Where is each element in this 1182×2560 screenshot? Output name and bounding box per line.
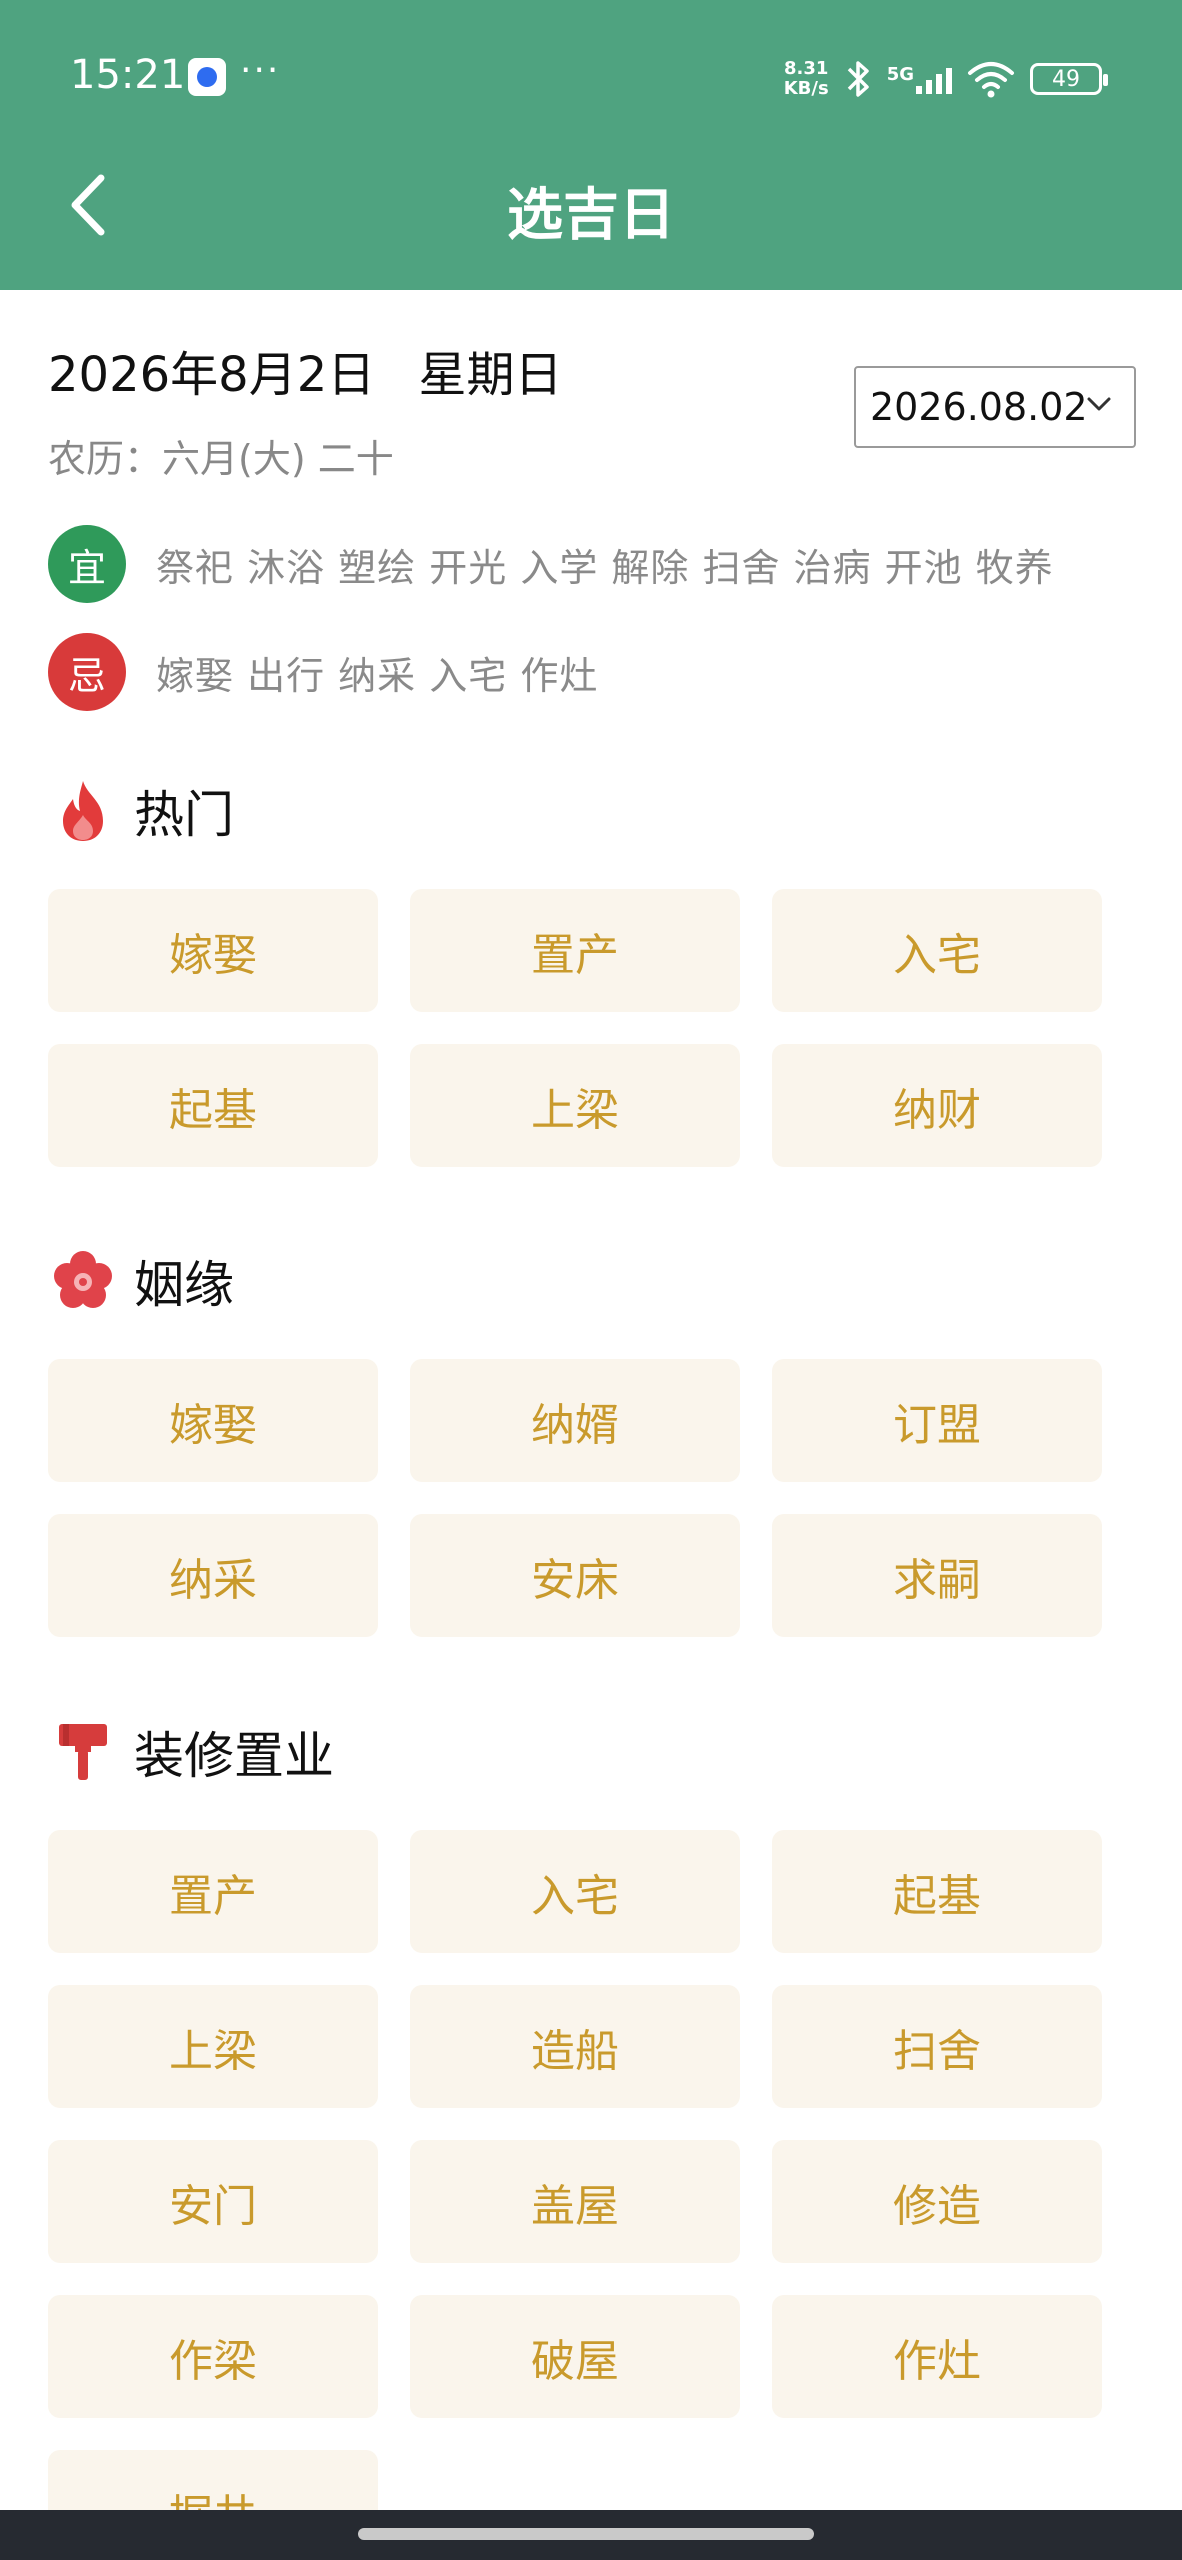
cellular-signal: 5G <box>887 64 952 94</box>
section-marriage-grid: 嫁娶 纳婿 订盟 纳采 安床 求嗣 <box>48 1359 1104 1637</box>
tile-marriage-1[interactable]: 嫁娶 <box>48 1359 378 1482</box>
tile-hot-1[interactable]: 嫁娶 <box>48 889 378 1012</box>
date-text: 2026年8月2日 <box>48 347 376 403</box>
section-renovation-header: 装修置业 <box>50 1716 334 1788</box>
signal-bars-icon <box>916 64 952 94</box>
more-notifications-icon: ··· <box>240 50 281 91</box>
section-title: 装修置业 <box>134 1727 334 1785</box>
network-speed: 8.31 KB/s <box>783 58 829 99</box>
bluetooth-icon <box>847 61 869 97</box>
lunar-date: 农历：六月(大) 二十 <box>48 437 394 481</box>
tile-hot-6[interactable]: 纳财 <box>772 1044 1102 1167</box>
section-title: 热门 <box>134 786 234 844</box>
weekday-text: 星期日 <box>418 347 563 403</box>
tile-marriage-5[interactable]: 安床 <box>410 1514 740 1637</box>
section-hot-grid: 嫁娶 置产 入宅 起基 上梁 纳财 <box>48 889 1104 1167</box>
section-title: 姻缘 <box>134 1256 234 1314</box>
tile-renovation-5[interactable]: 造船 <box>410 1985 740 2108</box>
yi-badge: 宜 <box>48 525 126 603</box>
section-marriage-header: 姻缘 <box>50 1245 234 1317</box>
tile-hot-4[interactable]: 起基 <box>48 1044 378 1167</box>
status-time: 15:21 <box>70 52 186 98</box>
yi-items: 祭祀 沐浴 塑绘 开光 入学 解除 扫舍 治病 开池 牧养 <box>156 545 1054 590</box>
ji-badge: 忌 <box>48 633 126 711</box>
tile-renovation-7[interactable]: 安门 <box>48 2140 378 2263</box>
tile-marriage-4[interactable]: 纳采 <box>48 1514 378 1637</box>
tile-renovation-3[interactable]: 起基 <box>772 1830 1102 1953</box>
battery-indicator: 49 <box>1030 63 1108 95</box>
page-title: 选吉日 <box>507 183 675 248</box>
home-gesture-handle[interactable] <box>358 2528 814 2540</box>
app-notification-icon <box>188 58 226 96</box>
yi-row: 宜 祭祀 沐浴 塑绘 开光 入学 解除 扫舍 治病 开池 牧养 <box>48 525 1054 603</box>
tile-marriage-6[interactable]: 求嗣 <box>772 1514 1102 1637</box>
section-renovation-grid: 置产 入宅 起基 上梁 造船 扫舍 安门 盖屋 修造 作梁 破屋 作灶 掘井 <box>48 1830 1104 2560</box>
selected-date: 2026年8月2日 星期日 <box>48 335 563 405</box>
status-indicators: 8.31 KB/s 5G 49 <box>783 54 1108 104</box>
tile-hot-5[interactable]: 上梁 <box>410 1044 740 1167</box>
chevron-down-icon <box>1087 397 1111 411</box>
tile-renovation-6[interactable]: 扫舍 <box>772 1985 1102 2108</box>
tile-renovation-8[interactable]: 盖屋 <box>410 2140 740 2263</box>
fire-icon <box>50 778 116 844</box>
section-hot-header: 热门 <box>50 775 234 847</box>
system-nav-bar <box>0 2510 1182 2560</box>
tile-renovation-10[interactable]: 作梁 <box>48 2295 378 2418</box>
tile-renovation-9[interactable]: 修造 <box>772 2140 1102 2263</box>
wifi-icon <box>968 62 1014 98</box>
ji-row: 忌 嫁娶 出行 纳采 入宅 作灶 <box>48 633 598 711</box>
tile-renovation-4[interactable]: 上梁 <box>48 1985 378 2108</box>
tile-hot-2[interactable]: 置产 <box>410 889 740 1012</box>
brush-icon <box>50 1719 116 1785</box>
ji-items: 嫁娶 出行 纳采 入宅 作灶 <box>156 653 599 698</box>
tile-renovation-11[interactable]: 破屋 <box>410 2295 740 2418</box>
app-header: 15:21 ··· 8.31 KB/s 5G 49 选吉日 <box>0 0 1182 290</box>
tile-hot-3[interactable]: 入宅 <box>772 889 1102 1012</box>
tile-renovation-12[interactable]: 作灶 <box>772 2295 1102 2418</box>
tile-marriage-3[interactable]: 订盟 <box>772 1359 1102 1482</box>
date-picker-value: 2026.08.02 <box>870 385 1088 429</box>
date-picker[interactable]: 2026.08.02 <box>854 366 1136 448</box>
tile-renovation-2[interactable]: 入宅 <box>410 1830 740 1953</box>
tile-marriage-2[interactable]: 纳婿 <box>410 1359 740 1482</box>
tile-renovation-1[interactable]: 置产 <box>48 1830 378 1953</box>
flower-icon <box>50 1248 116 1314</box>
